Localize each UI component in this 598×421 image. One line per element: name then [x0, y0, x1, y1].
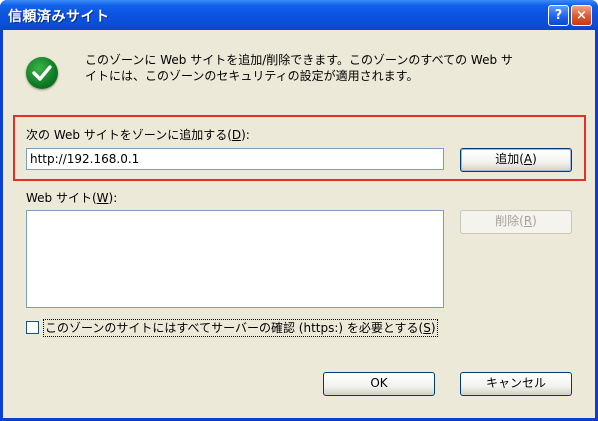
require-https-label[interactable]: このゾーンのサイトにはすべてサーバーの確認 (https:) を必要とする(S) [43, 319, 438, 337]
zone-description: このゾーンに Web サイトを追加/削除できます。このゾーンのすべての Web … [85, 52, 585, 84]
help-icon: ? [554, 8, 563, 23]
dialog-title: 信頼済みサイト [8, 9, 110, 25]
require-https-checkbox[interactable] [26, 321, 39, 334]
ok-button[interactable]: OK [323, 372, 435, 396]
websites-label: Web サイト(W): [26, 191, 118, 205]
close-icon: × [576, 8, 587, 23]
title-bar[interactable]: 信頼済みサイト ? × [0, 0, 598, 30]
close-button[interactable]: × [571, 5, 592, 26]
dialog-window: 信頼済みサイト ? × このゾーンに Web サイトを追加/削除できます。このゾ… [0, 0, 598, 421]
zone-description-line2: イトには、このゾーンのセキュリティの設定が適用されます。 [85, 69, 419, 83]
remove-button[interactable]: 削除(R) [460, 210, 572, 234]
zone-description-line1: このゾーンに Web サイトを追加/削除できます。このゾーンのすべての Web … [85, 53, 513, 67]
dialog-body: このゾーンに Web サイトを追加/削除できます。このゾーンのすべての Web … [3, 30, 595, 418]
help-button[interactable]: ? [548, 5, 569, 26]
add-site-label: 次の Web サイトをゾーンに追加する(D): [26, 128, 250, 142]
green-check-icon [26, 57, 58, 89]
add-site-input[interactable] [26, 148, 444, 170]
websites-listbox[interactable] [26, 210, 444, 308]
add-button[interactable]: 追加(A) [460, 148, 572, 172]
cancel-button[interactable]: キャンセル [460, 372, 572, 396]
